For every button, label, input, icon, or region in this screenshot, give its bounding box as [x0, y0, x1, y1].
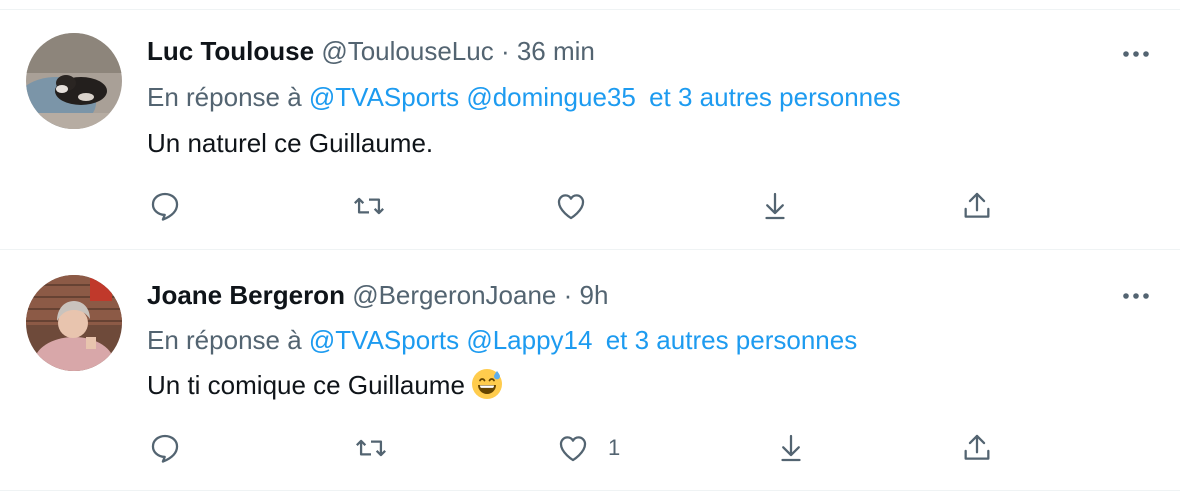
tweet-feed: Luc Toulouse @ToulouseLuc · 36 min En ré…: [0, 0, 1180, 502]
tweet-text: Un naturel ce Guillaume.: [147, 128, 434, 158]
like-icon: [557, 194, 585, 220]
mention-link[interactable]: @TVASports: [309, 82, 459, 112]
share-button[interactable]: [960, 426, 994, 470]
tweet-header: Joane Bergeron @BergeronJoane · 9h: [147, 279, 608, 311]
reply-context: En réponse à @TVASports @Lappy14 et 3 au…: [147, 324, 857, 356]
retweet-icon: [354, 197, 384, 215]
separator: ·: [500, 36, 510, 66]
more-icon: [1123, 51, 1149, 57]
grinning-face-with-sweat-icon: [471, 368, 503, 400]
more-options-button[interactable]: [1116, 42, 1156, 66]
display-name[interactable]: Luc Toulouse: [147, 36, 314, 66]
reply-prefix: En réponse à: [147, 325, 302, 355]
reply-icon: [151, 192, 179, 221]
download-icon: [781, 434, 801, 462]
download-button[interactable]: [774, 426, 808, 470]
tweet-header: Luc Toulouse @ToulouseLuc · 36 min: [147, 35, 595, 67]
share-icon: [964, 434, 990, 460]
separator: ·: [563, 280, 573, 310]
download-button[interactable]: [758, 184, 792, 228]
share-icon: [964, 192, 990, 218]
others-link[interactable]: et 3 autres personnes: [649, 82, 901, 112]
reply-button[interactable]: [148, 426, 182, 470]
like-icon: [559, 436, 587, 462]
more-icon: [1123, 293, 1149, 299]
avatar[interactable]: [26, 275, 122, 371]
retweet-button[interactable]: [352, 184, 386, 228]
retweet-button[interactable]: [354, 426, 388, 470]
action-bar: [0, 184, 1180, 228]
reply-icon: [151, 434, 179, 463]
timestamp[interactable]: 36 min: [517, 36, 595, 66]
mention-link[interactable]: @Lappy14: [466, 325, 592, 355]
tweet-text-container: Un ti comique ce Guillaume: [147, 368, 503, 401]
tweet[interactable]: Joane Bergeron @BergeronJoane · 9h En ré…: [0, 250, 1180, 490]
like-count: 1: [608, 435, 621, 460]
tweet-text: Un ti comique ce Guillaume: [147, 370, 465, 400]
timestamp[interactable]: 9h: [580, 280, 609, 310]
mention-link[interactable]: @domingue35: [466, 82, 636, 112]
download-icon: [765, 192, 785, 220]
reply-prefix: En réponse à: [147, 82, 302, 112]
others-link[interactable]: et 3 autres personnes: [606, 325, 858, 355]
user-handle[interactable]: @ToulouseLuc: [321, 36, 493, 66]
avatar[interactable]: [26, 33, 122, 129]
like-button[interactable]: 1: [556, 426, 620, 470]
display-name[interactable]: Joane Bergeron: [147, 280, 345, 310]
action-bar: 1: [0, 426, 1180, 470]
divider: [0, 490, 1180, 491]
mention-link[interactable]: @TVASports: [309, 325, 459, 355]
user-handle[interactable]: @BergeronJoane: [352, 280, 556, 310]
more-options-button[interactable]: [1116, 284, 1156, 308]
tweet[interactable]: Luc Toulouse @ToulouseLuc · 36 min En ré…: [0, 10, 1180, 250]
reply-button[interactable]: [148, 184, 182, 228]
like-button[interactable]: [554, 184, 606, 228]
retweet-icon: [356, 439, 386, 457]
share-button[interactable]: [960, 184, 994, 228]
reply-context: En réponse à @TVASports @domingue35 et 3…: [147, 81, 901, 113]
